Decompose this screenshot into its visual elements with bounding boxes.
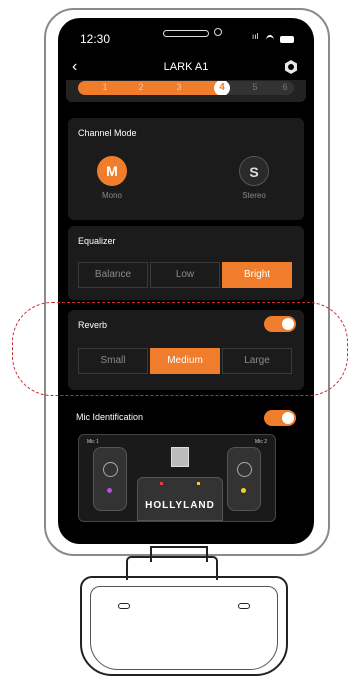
hollyland-logo-icon <box>237 462 252 477</box>
camera-icon <box>214 28 222 36</box>
status-time: 12:30 <box>80 32 111 46</box>
receiver-right-slot-icon <box>238 603 250 609</box>
battery-icon <box>280 36 294 43</box>
reverb-highlight-outline <box>12 302 348 396</box>
equalizer-label: Equalizer <box>78 236 116 246</box>
phone-screen: 12:30 ııl ‹ LARK A1 1 2 3 4 5 6 Channel … <box>58 18 314 544</box>
mic-identification-label: Mic Identification <box>76 412 144 422</box>
channel-mode-label: Channel Mode <box>78 128 137 138</box>
equalizer-card: Equalizer Balance Low Bright <box>68 226 304 300</box>
stereo-option[interactable]: S Stereo <box>234 156 274 200</box>
slider-step-5[interactable]: 5 <box>248 82 262 92</box>
level-slider-card: 1 2 3 4 5 6 <box>66 80 306 102</box>
receiver-left-slot-icon <box>118 603 130 609</box>
eq-low-button[interactable]: Low <box>150 262 220 288</box>
page-title: LARK A1 <box>163 61 209 73</box>
receiver-face <box>90 586 278 670</box>
slider-step-3[interactable]: 3 <box>172 82 186 92</box>
slider-thumb[interactable]: 4 <box>214 81 230 95</box>
nav-bar: ‹ LARK A1 <box>58 56 314 80</box>
slider-step-2[interactable]: 2 <box>134 82 148 92</box>
mic-illustration: Mic 1 Mic 2 HOLLYLAND <box>78 434 276 522</box>
transmitter-1 <box>93 447 127 511</box>
mic1-tag: Mic 1 <box>87 439 99 445</box>
mono-label: Mono <box>101 191 122 200</box>
channel-mode-card: Channel Mode M Mono S Stereo <box>68 118 304 220</box>
red-led-icon <box>160 482 163 485</box>
eq-bright-button[interactable]: Bright <box>222 262 292 288</box>
status-bar: 12:30 ııl <box>58 18 314 48</box>
purple-led-icon <box>107 488 112 493</box>
slider-step-6[interactable]: 6 <box>278 82 292 92</box>
eq-balance-button[interactable]: Balance <box>78 262 148 288</box>
wifi-icon <box>266 35 274 45</box>
earpiece-icon <box>163 30 209 37</box>
stereo-label: Stereo <box>242 191 266 200</box>
mic-identification-card: Mic Identification Mic 1 Mic 2 HOLLYLAND <box>68 404 304 544</box>
slider-step-1[interactable]: 1 <box>98 82 112 92</box>
signal-icon: ııl <box>252 32 259 41</box>
hollyland-logo-icon <box>103 462 118 477</box>
mono-button[interactable]: M <box>97 156 127 186</box>
brand-logo: HOLLYLAND <box>145 500 215 511</box>
yellow-led-icon <box>241 488 246 493</box>
equalizer-segmented-control: Balance Low Bright <box>78 262 292 288</box>
mono-option[interactable]: M Mono <box>92 156 132 200</box>
receiver-device: HOLLYLAND <box>137 477 223 521</box>
yellow-led-icon <box>197 482 200 485</box>
stereo-button[interactable]: S <box>239 156 269 186</box>
usb-connector-icon <box>171 447 189 467</box>
transmitter-2 <box>227 447 261 511</box>
mic-identification-toggle[interactable] <box>264 410 296 426</box>
mic2-tag: Mic 2 <box>255 439 267 445</box>
level-slider[interactable]: 1 2 3 4 5 6 <box>78 81 294 95</box>
